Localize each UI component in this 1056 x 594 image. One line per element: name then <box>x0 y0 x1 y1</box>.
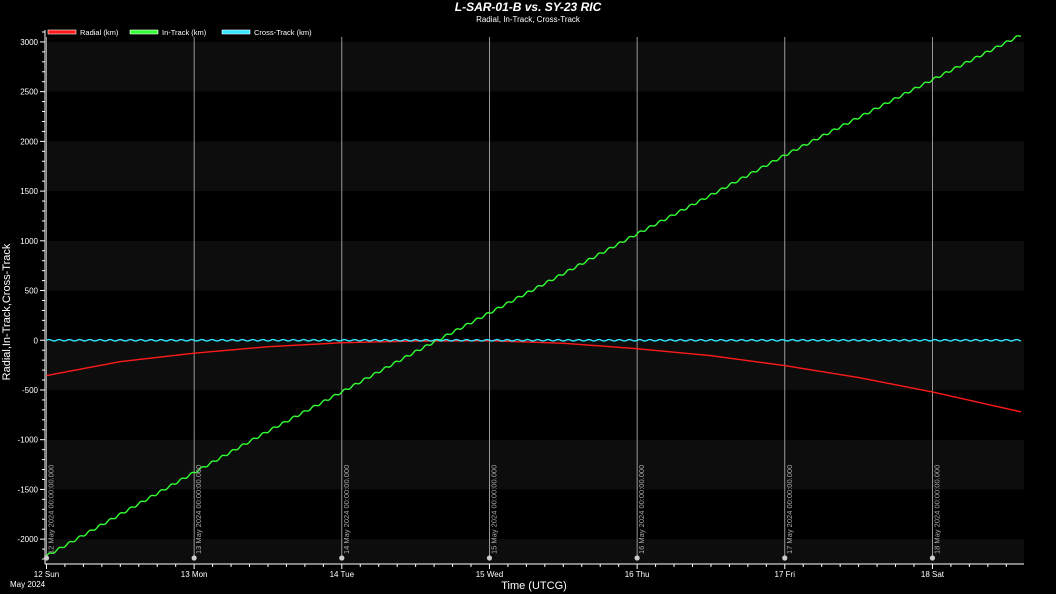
chart-title: L-SAR-01-B vs. SY-23 RIC <box>455 0 602 14</box>
day-marker-dot <box>191 555 197 561</box>
grid-band <box>45 439 1024 490</box>
x-tick-label: 17 Fri <box>775 570 796 579</box>
day-marker-label: 15 May 2024 00:00:00.000 <box>489 465 498 554</box>
grid-band <box>45 240 1024 291</box>
day-marker-dot <box>782 555 788 561</box>
chart: -2000 -1500 -1000 -500 0 500 1000 1500 2000 2500 3… <box>0 0 1056 594</box>
day-marker-dot <box>339 555 345 561</box>
y-axis-label: Radial,In-Track,Cross-Track <box>1 243 13 380</box>
grid-band <box>45 539 1024 564</box>
y-tick-label: 2000 <box>20 137 38 146</box>
y-tick-label: -2000 <box>18 535 39 544</box>
month-label: May 2024 <box>10 580 46 589</box>
grid-band <box>45 141 1024 192</box>
legend: Radial (km) In-Track (km) Cross-Track (km) <box>47 28 312 37</box>
legend-label: Cross-Track (km) <box>254 28 312 37</box>
grid-band <box>45 489 1024 540</box>
grid-band <box>45 91 1024 142</box>
day-marker-label: 14 May 2024 00:00:00.000 <box>342 465 351 554</box>
grid-band <box>45 290 1024 341</box>
chart-subtitle: Radial, In-Track, Cross-Track <box>476 15 581 24</box>
legend-swatch <box>129 29 159 35</box>
grid-band <box>45 41 1024 92</box>
x-tick-label: 12 Sun <box>34 570 59 579</box>
grid-band <box>45 389 1024 440</box>
y-tick-label: 1000 <box>20 237 38 246</box>
y-tick-label: 500 <box>25 287 39 296</box>
day-marker-label: 12 May 2024 00:00:00.000 <box>46 465 55 554</box>
day-marker-dot <box>929 555 936 561</box>
legend-label: In-Track (km) <box>162 28 207 37</box>
y-tick-label: 3000 <box>20 38 38 47</box>
day-marker-label: 13 May 2024 00:00:00.000 <box>194 465 203 554</box>
x-tick-label: 13 Mon <box>181 570 208 579</box>
grid-bands <box>45 30 1024 564</box>
y-tick-label: -500 <box>22 386 39 395</box>
x-tick-label: 16 Thu <box>625 570 650 579</box>
y-tick-label: -1500 <box>18 485 39 494</box>
x-axis-label: Time (UTCG) <box>501 580 567 592</box>
y-tick-label: 1500 <box>20 187 38 196</box>
day-marker-dot <box>486 555 493 561</box>
y-tick-label: 2500 <box>20 88 38 97</box>
x-tick-label: 18 Sat <box>921 570 945 579</box>
legend-swatch <box>221 29 251 35</box>
grid-band <box>45 191 1024 241</box>
day-marker-label: 18 May 2024 00:00:00.000 <box>932 465 941 554</box>
x-tick-label: 14 Tue <box>330 570 355 579</box>
day-marker-label: 17 May 2024 00:00:00.000 <box>785 465 794 554</box>
y-tick-label: 0 <box>34 336 39 345</box>
day-marker-dot <box>634 555 640 561</box>
y-tick-label: -1000 <box>18 436 39 445</box>
grid-band <box>45 340 1024 390</box>
legend-swatch <box>47 29 77 35</box>
day-marker-label: 16 May 2024 00:00:00.000 <box>637 465 646 554</box>
x-tick-label: 15 Wed <box>476 570 503 579</box>
legend-label: Radial (km) <box>80 28 119 37</box>
day-marker-dot <box>43 555 50 561</box>
